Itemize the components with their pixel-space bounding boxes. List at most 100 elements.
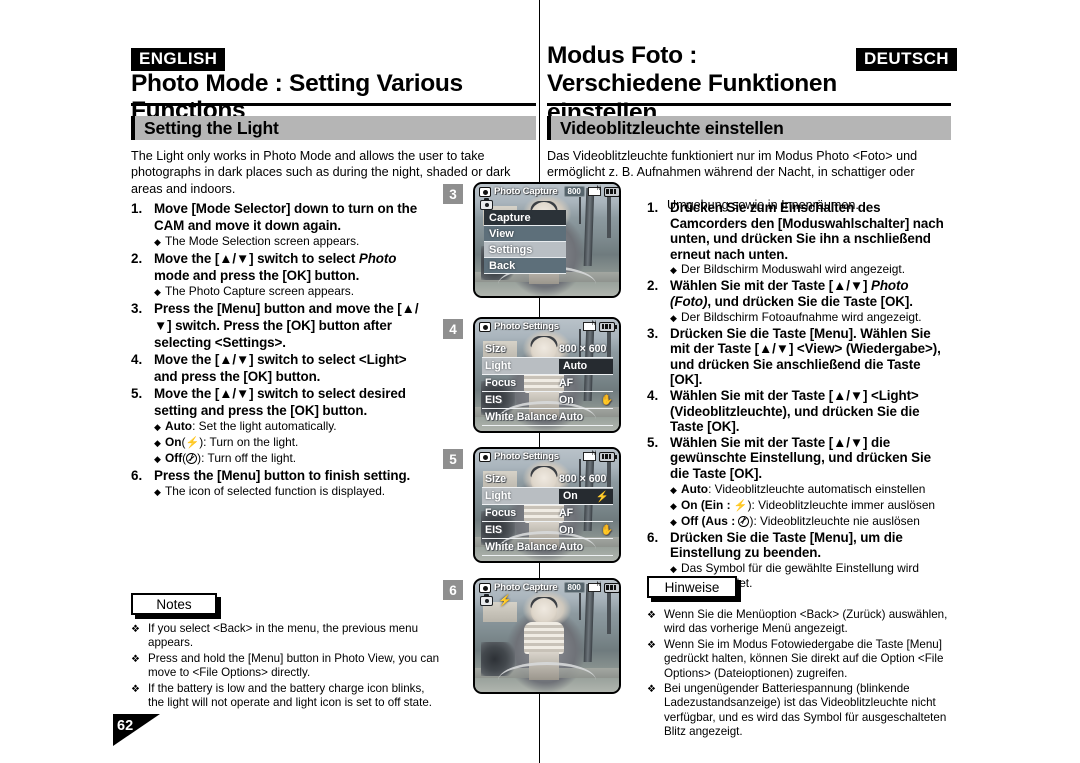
step-text: Move the [▲/▼] switch to select desired … <box>154 386 406 418</box>
step-number: 5. <box>131 386 143 401</box>
step-number: 4. <box>131 352 143 367</box>
light-option-item: ◆ Off (Aus : ): Videoblitzleuchte nie au… <box>670 514 952 530</box>
step-text: Drücken Sie zum Einschalten des Camcorde… <box>670 200 944 262</box>
lcd-screenshot-3: 3 Photo Capture 800 N Capture View Setti… <box>443 182 633 302</box>
note-bullet-icon: ❖ <box>131 653 140 665</box>
step-badge: 4 <box>443 319 463 339</box>
note-item: ❖ Wenn Sie im Modus Fotowiedergabe die T… <box>647 638 957 681</box>
flash-icon: ⚡ <box>498 595 512 607</box>
lcd-setting-row-size[interactable]: Size 800 × 600 <box>482 471 613 488</box>
memory-card-icon <box>587 582 601 592</box>
chapter-title-deutsch: Modus Foto : Verschiedene Funktionen ein… <box>547 42 947 127</box>
no-flash-icon <box>186 453 198 464</box>
light-option-text: Off(): Turn off the light. <box>165 451 297 465</box>
light-option-name: Auto <box>165 419 193 433</box>
diamond-bullet-icon: ◆ <box>670 484 677 495</box>
light-option-name: Auto <box>681 481 709 496</box>
note-bullet-icon: ❖ <box>647 684 656 696</box>
step-badge: 5 <box>443 449 463 469</box>
step-item: 3. Press the [Menu] button and move the … <box>131 300 431 351</box>
lcd-setting-row-eis[interactable]: EIS On ✋ <box>482 392 613 409</box>
lcd-setting-row-white-balance[interactable]: White Balance Auto <box>482 409 613 426</box>
setting-value: 800 × 600 <box>559 473 607 485</box>
setting-label: Size <box>485 343 507 355</box>
lcd-menu-item-capture[interactable]: Capture <box>484 210 566 226</box>
step-text-post: , und drücken Sie die Taste [OK]. <box>707 293 913 309</box>
diamond-bullet-icon: ◆ <box>154 438 161 448</box>
lcd-menu-item-view[interactable]: View <box>484 226 566 242</box>
lcd-setting-row-light[interactable]: Light On ⚡ <box>482 488 613 505</box>
step-item: 4. Wählen Sie mit der Taste [▲/▼] <Light… <box>647 388 952 435</box>
lcd-osd-header: Photo Capture 800 <box>475 184 619 199</box>
step-number: 3. <box>647 325 659 341</box>
lcd-settings-list: Size 800 × 600 Light Auto Focus AF EIS O… <box>482 341 613 426</box>
light-option-text: Auto: Set the light automatically. <box>165 419 431 435</box>
flash-icon: ⚡ <box>733 499 748 512</box>
setting-label: Size <box>485 473 507 485</box>
lcd-frame: Photo Capture 800 ⚡ <box>473 578 621 694</box>
photo-mode-icon <box>479 186 491 197</box>
lcd-frame: Photo Settings Size 800 × 600 Light Auto <box>473 317 621 433</box>
lcd-menu-item-back[interactable]: Back <box>484 258 566 274</box>
lcd-setting-row-white-balance[interactable]: White Balance Auto <box>482 539 613 556</box>
step-item: 1. Drücken Sie zum Einschalten des Camco… <box>647 200 952 278</box>
step-subnote: ◆ The icon of selected function is displ… <box>154 484 431 500</box>
memory-card-icon <box>587 186 601 196</box>
connector-tick-top <box>547 182 548 184</box>
light-option-item: ◆ Auto: Videoblitzleuchte automatisch ei… <box>670 482 952 498</box>
note-item: ❖ Bei ungenügender Batteriespannung (bli… <box>647 682 957 740</box>
step-item: 5. Move the [▲/▼] switch to select desir… <box>131 385 431 467</box>
step-number: 6. <box>131 468 143 483</box>
setting-label: White Balance <box>485 411 558 423</box>
lcd-screenshot-5: 5 Photo Settings N Size 800 × 600 Light … <box>443 447 633 567</box>
step-subnote: ◆ The Mode Selection screen appears. <box>154 234 431 250</box>
photo-mode-icon <box>479 582 491 593</box>
light-option-desc: ): Videoblitzleuchte nie auslösen <box>749 513 920 528</box>
memory-card-icon <box>583 321 596 331</box>
step-text-pre: Move the [▲/▼] switch to select <box>154 251 359 266</box>
step-number: 5. <box>647 434 659 450</box>
setting-label: Focus <box>485 507 517 519</box>
step-item: 5. Wählen Sie mit der Taste [▲/▼] die ge… <box>647 435 952 530</box>
light-option-desc: ): Turn on the light. <box>199 435 299 449</box>
battery-icon <box>599 451 617 462</box>
lcd-setting-row-light[interactable]: Light Auto <box>482 358 613 375</box>
light-option-text: Auto: Videoblitzleuchte automatisch eins… <box>681 482 952 498</box>
note-text: Bei ungenügender Batteriespannung (blink… <box>664 682 947 739</box>
step-text: Wählen Sie mit der Taste [▲/▼] Photo (Fo… <box>670 278 952 309</box>
diamond-bullet-icon: ◆ <box>154 454 161 464</box>
lcd-osd-subrow <box>480 198 493 210</box>
header-rule-english <box>131 103 536 106</box>
note-text: Press and hold the [Menu] button in Phot… <box>148 651 440 680</box>
notes-tab-deutsch: Hinweise <box>647 576 737 598</box>
hand-icon: ✋ <box>600 394 613 406</box>
setting-label: Focus <box>485 377 517 389</box>
camera-icon <box>480 198 493 210</box>
step-number: 4. <box>647 387 659 403</box>
photo-mode-icon <box>479 321 491 332</box>
lcd-osd-title: Photo Settings <box>494 321 559 332</box>
setting-value: AF <box>559 507 574 519</box>
step-subnote: ◆ Der Bildschirm Fotoaufnahme wird angez… <box>670 310 952 326</box>
lcd-setting-row-eis[interactable]: EIS On ✋ <box>482 522 613 539</box>
lcd-osd-header: Photo Settings <box>475 319 619 334</box>
step-badge: 6 <box>443 580 463 600</box>
step-text: Drücken Sie die Taste [Menu], um die Ein… <box>670 529 903 561</box>
note-item: ❖ If you select <Back> in the menu, the … <box>131 622 441 651</box>
setting-label: White Balance <box>485 541 558 553</box>
note-text: If the battery is low and the battery ch… <box>148 681 433 710</box>
lcd-setting-row-size[interactable]: Size 800 × 600 <box>482 341 613 358</box>
step-text-post: mode and press the [OK] button. <box>154 268 360 283</box>
lcd-menu-item-settings[interactable]: Settings <box>484 242 566 258</box>
camera-icon <box>480 594 493 606</box>
note-bullet-icon: ❖ <box>647 639 656 651</box>
light-option-desc: ): Videoblitzleuchte immer auslösen <box>747 497 936 512</box>
battery-icon <box>603 186 619 197</box>
light-option-text: On (Ein : ⚡): Videoblitzleuchte immer au… <box>681 498 952 514</box>
diamond-bullet-icon: ◆ <box>670 500 677 511</box>
step-text-pre: Wählen Sie mit der Taste [▲/▼] <box>670 278 871 294</box>
lcd-screenshot-6: 6 Photo Capture 800 N ⚡ <box>443 578 633 698</box>
note-text: Wenn Sie im Modus Fotowiedergabe die Tas… <box>664 637 944 680</box>
lcd-setting-row-focus[interactable]: Focus AF <box>482 505 613 522</box>
lcd-setting-row-focus[interactable]: Focus AF <box>482 375 613 392</box>
